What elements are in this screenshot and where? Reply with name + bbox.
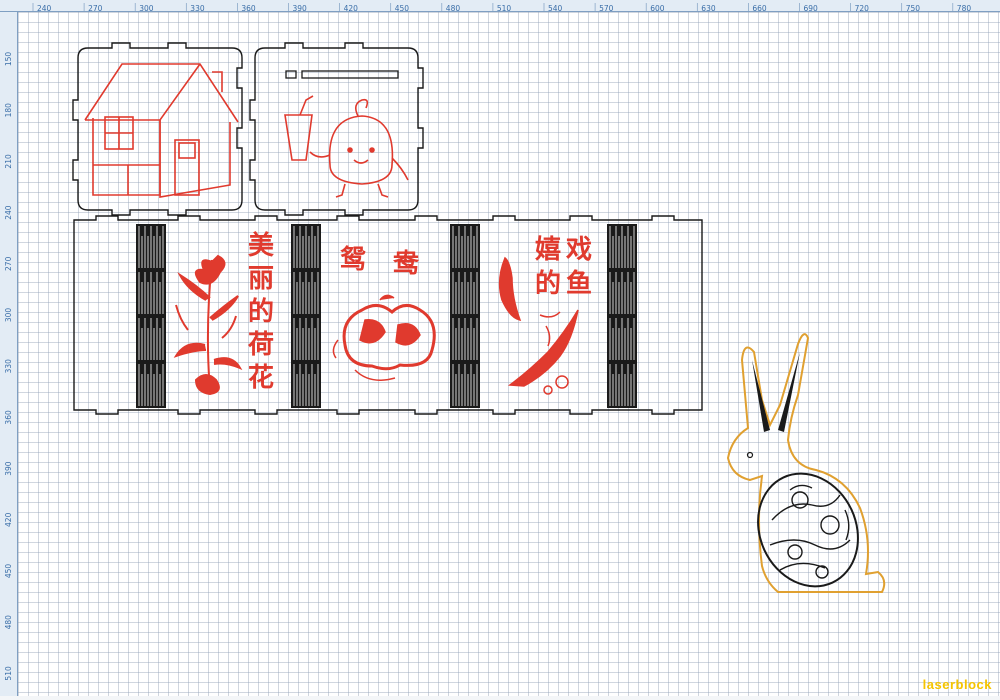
ruler-left-label: 240 — [4, 205, 13, 220]
mascot-icon — [284, 95, 409, 198]
design-canvas[interactable]: 美 丽 的 荷 花 鸳 鸯 嬉 的 戏 鱼 — [18, 12, 1000, 696]
ruler-top[interactable]: 240 270 300 330 360 390 420 450 480 510 540 570 600 6… — [0, 0, 1000, 15]
design-drawing: 美 丽 的 荷 花 鸳 鸯 嬉 的 戏 鱼 — [72, 42, 886, 603]
ruler-left-label: 450 — [4, 564, 13, 579]
lotus-title-char-2: 丽 — [248, 264, 274, 294]
ruler-left-label: 330 — [4, 359, 13, 374]
lotus-title-char-3: 的 — [248, 296, 274, 327]
lotus-title-char-5: 花 — [248, 363, 274, 393]
rabbit-floral-egg-icon — [757, 472, 859, 588]
lotus-title-char-1: 美 — [248, 230, 274, 261]
rabbit-panel[interactable] — [726, 333, 886, 603]
ruler-left[interactable]: 150 180 210 240 270 300 330 360 390 420 450 480 510 — [0, 12, 18, 696]
fish-title-char-4: 鱼 — [566, 269, 592, 299]
ruler-left-label: 270 — [4, 256, 13, 271]
ruler-left-label: 510 — [4, 666, 13, 681]
fish-title-char-2: 的 — [535, 268, 561, 299]
character-panel[interactable] — [249, 42, 424, 216]
fish-title-char-1: 嬉 — [535, 235, 561, 265]
ruler-left-ticks: 150 180 210 240 270 300 330 360 390 420 450 480 510 — [4, 52, 13, 681]
lotus-title-char-4: 荷 — [248, 330, 274, 360]
lotus-papercut-icon — [173, 254, 243, 396]
ducks-papercut-icon — [332, 294, 436, 381]
house-icon — [84, 63, 239, 198]
ruler-left-label: 480 — [4, 615, 13, 630]
ruler-left-label: 390 — [4, 461, 13, 476]
ruler-left-label: 180 — [4, 103, 13, 118]
ducks-title-char-2: 鸯 — [392, 249, 420, 279]
ruler-left-label: 420 — [4, 512, 13, 527]
ruler-left-label: 210 — [4, 154, 13, 169]
ruler-left-label: 360 — [4, 410, 13, 425]
ruler-left-label: 150 — [4, 52, 13, 67]
ducks-title-char-1: 鸳 — [340, 244, 366, 275]
lantern-strip[interactable]: 美 丽 的 荷 花 鸳 鸯 嬉 的 戏 鱼 — [73, 215, 703, 415]
rabbit-eye-icon — [746, 451, 754, 459]
house-panel[interactable] — [72, 42, 243, 216]
watermark-logo: laserblock — [922, 677, 992, 692]
fish-title-char-3: 戏 — [565, 235, 592, 265]
ruler-left-label: 300 — [4, 308, 13, 323]
